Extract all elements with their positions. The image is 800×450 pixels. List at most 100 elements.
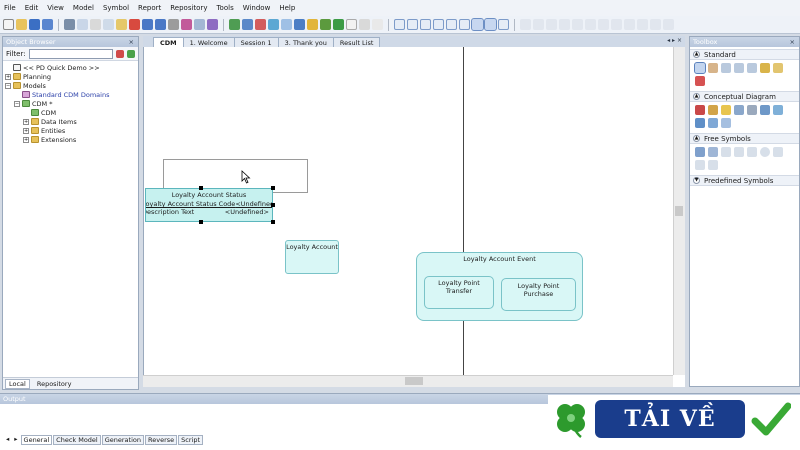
toolbox-section-standard[interactable]: ▲ Standard — [690, 49, 799, 60]
arrange-icon[interactable] — [624, 19, 635, 30]
collapse-icon[interactable]: − — [5, 82, 11, 89]
polygon-tool-icon[interactable] — [708, 160, 718, 170]
tab-cdm[interactable]: CDM — [153, 37, 184, 47]
zoom-fit-icon[interactable] — [611, 19, 622, 30]
menu-symbol[interactable]: Symbol — [103, 4, 129, 12]
refresh-icon[interactable] — [126, 49, 135, 58]
group-icon[interactable] — [533, 19, 544, 30]
save-icon[interactable] — [29, 19, 40, 30]
compare-icon[interactable] — [255, 19, 266, 30]
toolbox-section-free-symbols[interactable]: ▲ Free Symbols — [690, 133, 799, 144]
open-icon[interactable] — [16, 19, 27, 30]
close-icon[interactable]: × — [790, 37, 799, 47]
model-icon[interactable] — [242, 19, 253, 30]
filter-input[interactable] — [28, 48, 113, 59]
menu-repository[interactable]: Repository — [170, 4, 207, 12]
shortcut-tool-icon[interactable] — [721, 118, 731, 128]
ellipse-tool-icon[interactable] — [760, 147, 770, 157]
arc-tool-icon[interactable] — [734, 147, 744, 157]
zoom-out-tool-icon[interactable] — [734, 63, 744, 73]
text-tool-icon[interactable] — [695, 147, 705, 157]
print-preview-icon[interactable] — [77, 19, 88, 30]
menu-window[interactable]: Window — [243, 4, 271, 12]
zoom-tool-icon[interactable] — [747, 63, 757, 73]
file-tool-icon[interactable] — [695, 118, 705, 128]
note-tool-icon[interactable] — [721, 105, 731, 115]
tree-item[interactable]: CDM — [5, 108, 136, 117]
package-tool-icon[interactable] — [695, 105, 705, 115]
layout-horizontal-icon[interactable] — [498, 19, 509, 30]
tab-controls[interactable]: ◂ ▸ × — [667, 37, 682, 44]
menu-edit[interactable]: Edit — [25, 4, 39, 12]
align-left-icon[interactable] — [394, 19, 405, 30]
menu-report[interactable]: Report — [138, 4, 161, 12]
redo-icon[interactable] — [155, 19, 166, 30]
line-tool-icon[interactable] — [721, 147, 731, 157]
tree-item[interactable]: − Models — [5, 81, 136, 90]
cut-icon[interactable] — [90, 19, 101, 30]
report-icon[interactable] — [294, 19, 305, 30]
spacing-icon[interactable] — [650, 19, 661, 30]
send-back-icon[interactable] — [572, 19, 583, 30]
pen-icon[interactable] — [307, 19, 318, 30]
list-icon[interactable] — [194, 19, 205, 30]
copy-icon[interactable] — [103, 19, 114, 30]
merge-icon[interactable] — [268, 19, 279, 30]
relationship-tool-icon[interactable] — [734, 105, 744, 115]
layout-vertical-icon[interactable] — [484, 18, 497, 31]
symbol-format-icon[interactable] — [663, 19, 674, 30]
tree-item[interactable]: + Extensions — [5, 135, 136, 144]
arrow-style-icon[interactable] — [372, 19, 383, 30]
tab-result-list[interactable]: Result List — [332, 37, 381, 47]
properties-icon[interactable] — [168, 19, 179, 30]
toolbox-section-predefined-symbols[interactable]: ▼ Predefined Symbols — [690, 175, 799, 186]
link-tool-icon[interactable] — [708, 118, 718, 128]
align-top-icon[interactable] — [433, 19, 444, 30]
collapse-icon[interactable]: − — [14, 100, 20, 107]
menu-help[interactable]: Help — [279, 4, 295, 12]
text-color-icon[interactable] — [333, 19, 344, 30]
entity-loyalty-point-transfer[interactable]: Loyalty Point Transfer — [424, 276, 494, 309]
align-bottom-icon[interactable] — [459, 19, 470, 30]
properties-tool-icon[interactable] — [773, 63, 783, 73]
resize-handle[interactable] — [199, 186, 203, 190]
rectangle-tool-icon[interactable] — [747, 147, 757, 157]
association-link-tool-icon[interactable] — [773, 105, 783, 115]
print-icon[interactable] — [64, 19, 75, 30]
title-tool-icon[interactable] — [708, 147, 718, 157]
delete-icon[interactable] — [129, 19, 140, 30]
grid-icon[interactable] — [520, 19, 531, 30]
tab-check-model[interactable]: Check Model — [53, 434, 101, 445]
tree-item[interactable]: + Entities — [5, 126, 136, 135]
impact-icon[interactable] — [281, 19, 292, 30]
resize-handle[interactable] — [199, 220, 203, 224]
zoom-in-tool-icon[interactable] — [721, 63, 731, 73]
open-package-icon[interactable] — [760, 63, 770, 73]
save-all-icon[interactable] — [42, 19, 53, 30]
expand-icon[interactable]: + — [23, 118, 29, 125]
tree-item[interactable]: + Data Items — [5, 117, 136, 126]
polyline-tool-icon[interactable] — [695, 160, 705, 170]
tab-generation[interactable]: Generation — [101, 434, 144, 445]
tab-script[interactable]: Script — [178, 434, 203, 445]
menu-tools[interactable]: Tools — [216, 4, 233, 12]
align-center-icon[interactable] — [407, 19, 418, 30]
entity-loyalty-account[interactable]: Loyalty Account — [285, 240, 339, 274]
rounded-rect-tool-icon[interactable] — [773, 147, 783, 157]
entity-tool-icon[interactable] — [708, 105, 718, 115]
tree-item[interactable]: − CDM * — [5, 99, 136, 108]
close-icon[interactable]: × — [129, 37, 138, 47]
new-icon[interactable] — [3, 19, 14, 30]
tab-general[interactable]: General — [20, 434, 53, 445]
expand-icon[interactable]: + — [23, 136, 29, 143]
tree-item[interactable]: Standard CDM Domains — [5, 90, 136, 99]
paste-icon[interactable] — [116, 19, 127, 30]
expand-icon[interactable]: + — [5, 73, 11, 80]
undo-icon[interactable] — [142, 19, 153, 30]
layout-icon[interactable] — [471, 18, 484, 31]
entity-loyalty-account-status[interactable]: Loyalty Account Status Loyalty Account S… — [145, 188, 273, 222]
delete-tool-icon[interactable] — [695, 76, 705, 86]
toolbox-section-conceptual-diagram[interactable]: ▲ Conceptual Diagram — [690, 91, 799, 102]
clear-filter-icon[interactable] — [115, 49, 124, 58]
connect-icon[interactable] — [637, 19, 648, 30]
